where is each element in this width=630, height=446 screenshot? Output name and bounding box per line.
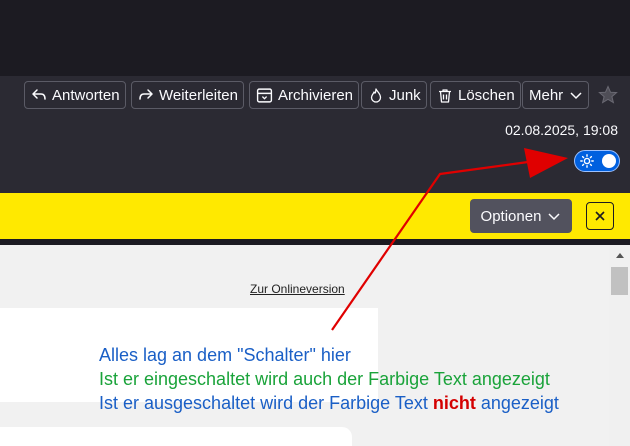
annotation-line-1: Alles lag an dem "Schalter" hier bbox=[99, 345, 351, 365]
online-version-link[interactable]: Zur Onlineversion bbox=[250, 282, 345, 296]
vertical-scrollbar[interactable] bbox=[609, 245, 630, 446]
chevron-up-icon bbox=[615, 253, 624, 258]
chevron-down-icon bbox=[548, 213, 560, 221]
trash-icon bbox=[439, 88, 451, 103]
window-top-area bbox=[0, 0, 630, 76]
content-card bbox=[0, 427, 352, 446]
sun-icon bbox=[580, 154, 594, 168]
chevron-down-icon bbox=[570, 92, 582, 100]
delete-label: Löschen bbox=[458, 86, 515, 104]
options-label: Optionen bbox=[480, 207, 542, 225]
star-icon[interactable] bbox=[598, 85, 618, 105]
notification-close-button[interactable] bbox=[586, 202, 614, 230]
archive-label: Archivieren bbox=[278, 86, 354, 104]
forward-icon bbox=[139, 89, 153, 100]
annotation-line-2: Ist er eingeschaltet wird auch der Farbi… bbox=[99, 369, 550, 389]
scroll-up-button[interactable] bbox=[609, 245, 630, 265]
delete-button[interactable]: Löschen bbox=[430, 81, 521, 109]
archive-icon bbox=[256, 87, 273, 103]
annotation-emphasis: nicht bbox=[432, 393, 476, 413]
junk-flame-icon bbox=[370, 87, 382, 103]
annotation-line-3: Ist er ausgeschaltet wird der Farbige Te… bbox=[99, 393, 559, 414]
toggle-knob bbox=[602, 154, 616, 168]
reply-button[interactable]: Antworten bbox=[24, 81, 126, 109]
close-icon bbox=[595, 211, 605, 221]
reply-label: Antworten bbox=[52, 86, 120, 104]
options-button[interactable]: Optionen bbox=[470, 199, 572, 233]
more-menu-button[interactable]: Mehr bbox=[522, 81, 590, 109]
archive-button[interactable]: Archivieren bbox=[249, 81, 360, 109]
junk-button[interactable]: Junk bbox=[361, 81, 427, 109]
annotation-line-3-end: angezeigt bbox=[475, 393, 559, 413]
annotation-line-3-start: Ist er ausgeschaltet wird der Farbige Te… bbox=[99, 393, 433, 413]
more-label: Mehr bbox=[529, 86, 564, 104]
remote-content-toggle[interactable] bbox=[574, 150, 620, 172]
scroll-thumb[interactable] bbox=[611, 267, 628, 295]
message-date: 02.08.2025, 19:08 bbox=[505, 122, 618, 138]
forward-button[interactable]: Weiterleiten bbox=[131, 81, 244, 109]
forward-label: Weiterleiten bbox=[159, 86, 238, 104]
junk-label: Junk bbox=[389, 86, 421, 104]
reply-icon bbox=[32, 89, 46, 100]
